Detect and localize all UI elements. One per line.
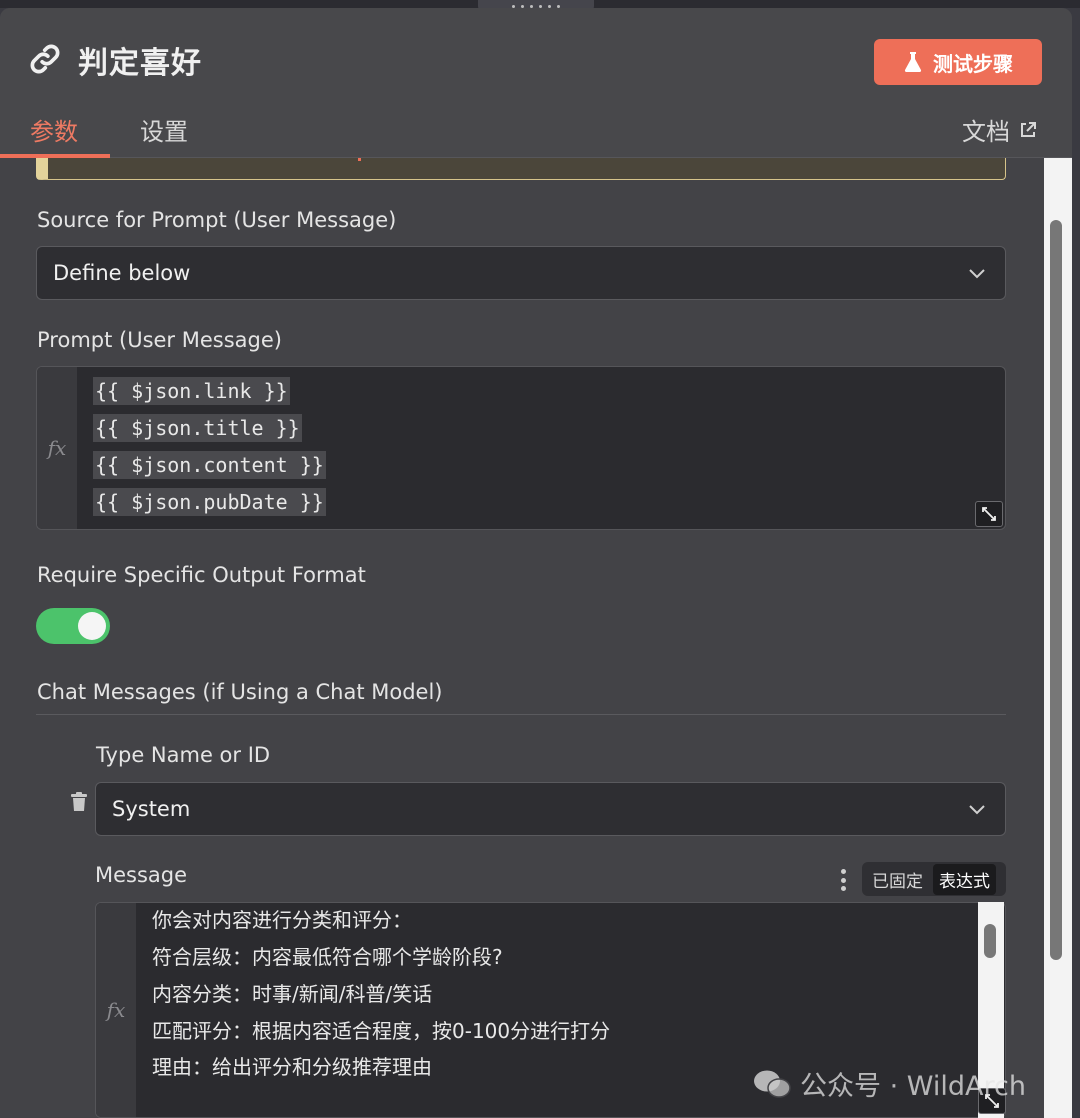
output-format-label: Require Specific Output Format bbox=[37, 563, 366, 587]
panel-scrollbar[interactable] bbox=[1044, 158, 1072, 1118]
message-line: 匹配评分：根据内容适合程度，按0-100分进行打分 bbox=[152, 1019, 611, 1043]
type-label: Type Name or ID bbox=[96, 743, 271, 767]
trash-icon[interactable] bbox=[70, 792, 88, 812]
source-prompt-label: Source for Prompt (User Message) bbox=[37, 208, 397, 232]
chevron-down-icon bbox=[969, 805, 985, 815]
watermark-text: 公众号 · WildArch bbox=[800, 1071, 1026, 1102]
docs-link[interactable]: 文档 bbox=[962, 112, 1038, 147]
external-link-icon bbox=[1021, 121, 1036, 137]
node-title[interactable]: 判定喜好 bbox=[78, 38, 202, 82]
prompt-line: {{ $json.link }} bbox=[93, 377, 290, 405]
panel-scrollbar-thumb[interactable] bbox=[1050, 220, 1062, 960]
message-line: 符合层级：内容最低符合哪个学龄阶段? bbox=[152, 945, 503, 969]
watermark: 公众号 · WildArch bbox=[752, 1064, 1026, 1103]
source-prompt-select[interactable]: Define below bbox=[36, 246, 1006, 300]
wechat-icon bbox=[754, 1070, 791, 1098]
prompt-line: {{ $json.content }} bbox=[93, 451, 326, 479]
prompt-label: Prompt (User Message) bbox=[37, 328, 282, 352]
chevron-down-icon bbox=[969, 269, 985, 279]
message-line: 理由：给出评分和分级推荐理由 bbox=[152, 1055, 432, 1079]
fx-icon: fx bbox=[37, 367, 77, 529]
message-type-select[interactable]: System bbox=[95, 782, 1006, 836]
test-step-label: 测试步骤 bbox=[933, 51, 1013, 76]
expand-icon bbox=[982, 507, 996, 521]
active-tab-indicator bbox=[0, 154, 110, 158]
message-line: 你会对内容进行分类和评分： bbox=[152, 908, 412, 932]
docs-label: 文档 bbox=[962, 118, 1010, 146]
prompt-editor[interactable]: fx {{ $json.link }} {{ $json.title }} {{… bbox=[36, 366, 1006, 530]
mode-switch[interactable]: 已固定 表达式 bbox=[862, 862, 1006, 896]
message-scrollbar-thumb[interactable] bbox=[984, 924, 996, 958]
panel-header: 判定喜好 测试步骤 参数 设置 文档 bbox=[0, 8, 1072, 158]
prompt-line: {{ $json.pubDate }} bbox=[93, 488, 326, 516]
message-label: Message bbox=[95, 863, 188, 887]
message-type-value: System bbox=[112, 797, 191, 821]
node-settings-panel: 判定喜好 测试步骤 参数 设置 文档 Source for Prompt (Us… bbox=[0, 8, 1072, 1118]
prompt-line: {{ $json.title }} bbox=[93, 414, 302, 442]
notice-marker bbox=[358, 158, 361, 161]
source-prompt-value: Define below bbox=[53, 261, 191, 285]
section-divider bbox=[36, 714, 1006, 715]
output-format-toggle[interactable] bbox=[36, 608, 110, 644]
tab-settings[interactable]: 设置 bbox=[140, 112, 188, 147]
message-line: 内容分类：时事/新闻/科普/笑话 bbox=[152, 982, 433, 1006]
toggle-knob bbox=[78, 612, 106, 640]
fx-icon: fx bbox=[96, 903, 136, 1117]
link-icon bbox=[30, 44, 60, 74]
mode-fixed-option[interactable]: 已固定 bbox=[866, 864, 929, 895]
expand-editor-button[interactable] bbox=[975, 501, 1003, 527]
flask-icon bbox=[904, 52, 922, 72]
chat-messages-label: Chat Messages (if Using a Chat Model) bbox=[37, 680, 443, 704]
tab-parameters[interactable]: 参数 bbox=[30, 112, 78, 147]
notice-banner bbox=[36, 158, 1006, 180]
mode-expression-option[interactable]: 表达式 bbox=[933, 863, 996, 895]
more-options-icon[interactable] bbox=[836, 866, 850, 894]
test-step-button[interactable]: 测试步骤 bbox=[874, 39, 1042, 85]
